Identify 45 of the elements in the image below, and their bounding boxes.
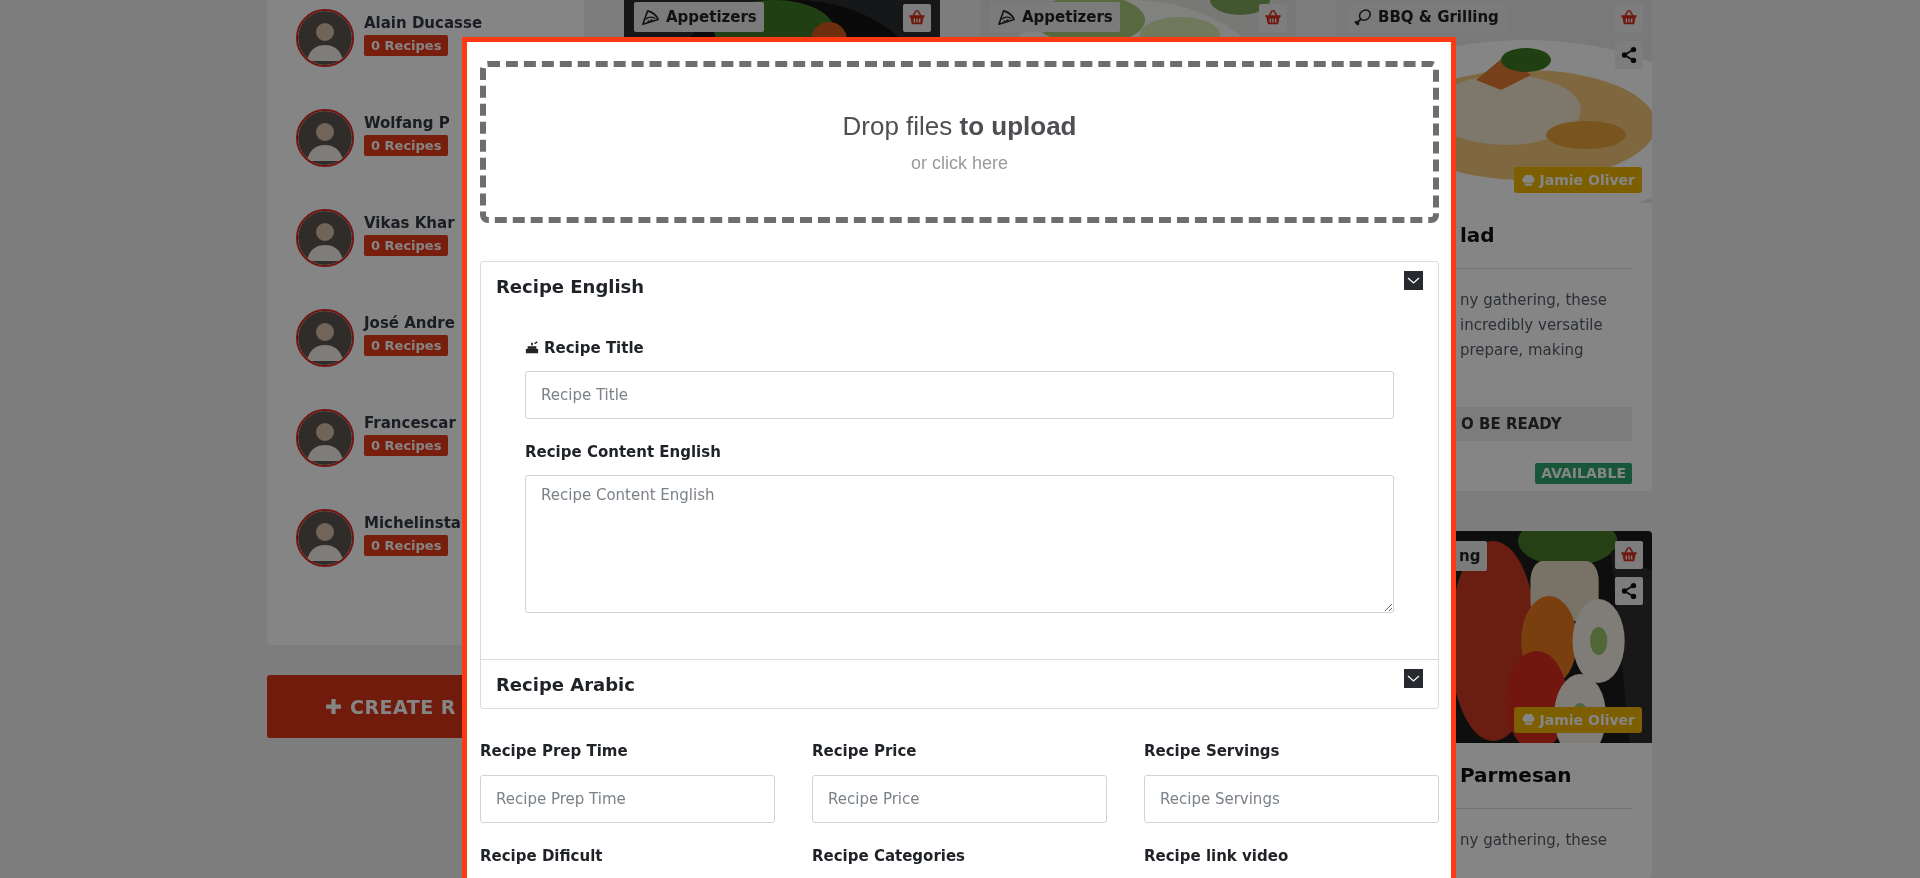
recipe-count-badge: 0 Recipes — [364, 435, 449, 456]
accordion-header[interactable]: Recipe English — [481, 262, 1438, 310]
field-label: Recipe link video — [1144, 846, 1290, 866]
text-field[interactable]: Recipe Title — [525, 371, 1394, 419]
recipe-count-badge: 0 Recipes — [364, 135, 449, 156]
field-label: Recipe Servings — [1144, 741, 1281, 761]
category-tag[interactable]: Appetizers — [634, 2, 764, 32]
description-text: ny gathering, these — [1460, 290, 1609, 311]
field-label: Recipe Content English — [525, 442, 721, 462]
field-label: Recipe Dificult — [480, 846, 604, 866]
section-title: Recipe English — [496, 275, 645, 297]
field-label: Recipe Price — [812, 741, 918, 761]
category-name: BBQ & Grilling — [1378, 8, 1499, 26]
category-name: Appetizers — [1022, 8, 1113, 26]
description-text: ny gathering, these — [1460, 829, 1609, 851]
category-name: ng — [1459, 546, 1481, 565]
category-name: Appetizers — [666, 8, 757, 26]
field-label: Recipe Prep Time — [480, 741, 629, 761]
file-dropzone[interactable]: Drop files to upload or click here — [480, 61, 1439, 223]
availability-badge: AVAILABLE — [1535, 463, 1632, 484]
recipe-count-badge: 0 Recipes — [364, 535, 449, 556]
status-text: O BE READY — [1460, 415, 1562, 433]
author-name: Jamie Oliver — [1539, 172, 1635, 188]
text-field[interactable]: Recipe Price — [812, 775, 1107, 823]
dropzone-hint: or click here — [911, 152, 1008, 174]
text-field[interactable]: Recipe Servings — [1144, 775, 1439, 823]
chef-name[interactable]: Vikas Khar — [364, 213, 455, 233]
category-tag[interactable]: Appetizers — [990, 2, 1120, 32]
chef-name[interactable]: Alain Ducasse — [364, 13, 483, 33]
dropzone-title: Drop files to upload — [842, 110, 1077, 141]
field-label: Recipe Categories — [812, 846, 967, 866]
author-name: Jamie Oliver — [1539, 711, 1635, 728]
description-text: incredibly versatile — [1460, 315, 1604, 336]
description-text: prepare, making — [1460, 340, 1585, 361]
recipe-count-badge: 0 Recipes — [364, 335, 449, 356]
text-field[interactable]: Recipe Prep Time — [480, 775, 775, 823]
recipe-count-badge: 0 Recipes — [364, 235, 449, 256]
accordion-header[interactable]: Recipe Arabic — [481, 660, 1438, 708]
chef-name[interactable]: Wolfang P — [364, 113, 450, 133]
text-area[interactable]: Recipe Content English — [525, 475, 1394, 613]
chef-name[interactable]: Michelinsta — [364, 513, 461, 533]
recipe-count-badge: 0 Recipes — [364, 35, 449, 56]
chef-name[interactable]: Francescar — [364, 413, 456, 433]
field-label: Recipe Title — [544, 338, 644, 358]
chef-name[interactable]: José Andre — [364, 313, 455, 333]
